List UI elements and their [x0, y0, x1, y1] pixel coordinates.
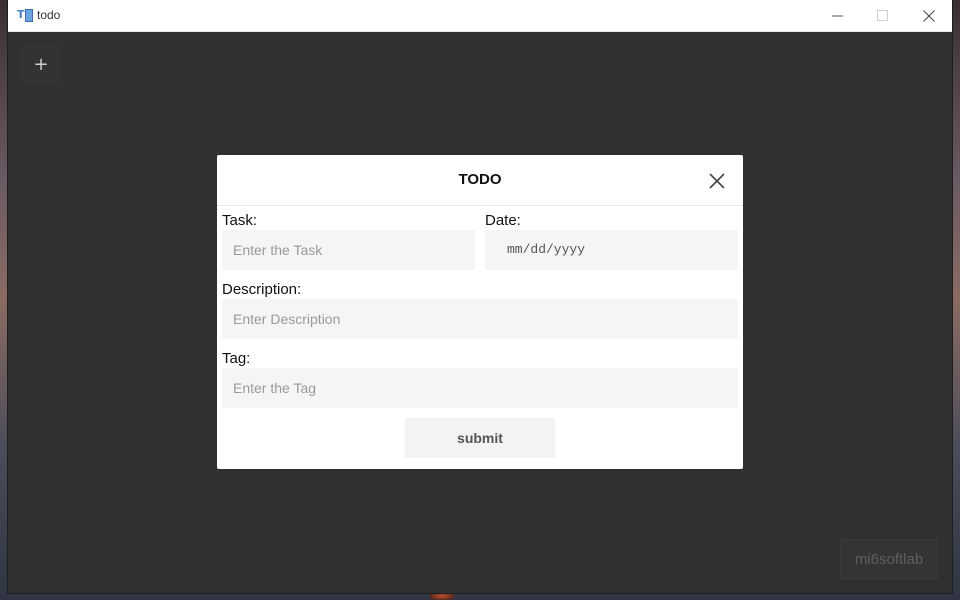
title-bar: T todo: [8, 0, 952, 32]
modal-close-button[interactable]: [707, 171, 727, 191]
modal-title: TODO: [458, 171, 502, 188]
window-title: todo: [37, 8, 61, 22]
date-label: Date:: [485, 212, 521, 229]
close-icon: [709, 173, 725, 189]
task-input[interactable]: [222, 230, 475, 270]
app-todo-icon: T: [17, 8, 33, 22]
task-label: Task:: [222, 212, 258, 229]
todo-modal: TODO Task: Date: mm/dd/yyyy Description:…: [217, 155, 743, 469]
close-window-button[interactable]: [906, 0, 952, 31]
brand-button[interactable]: mi6softlab: [840, 539, 938, 579]
minimize-button[interactable]: [815, 0, 861, 31]
modal-header: TODO: [217, 155, 743, 206]
date-input[interactable]: mm/dd/yyyy: [485, 230, 738, 270]
add-todo-button[interactable]: +: [21, 44, 61, 84]
description-input[interactable]: [222, 299, 738, 339]
close-icon: [923, 9, 935, 22]
minimize-icon: [832, 15, 843, 16]
tag-input[interactable]: [222, 368, 738, 408]
submit-button[interactable]: submit: [405, 418, 555, 458]
tag-label: Tag:: [222, 350, 251, 367]
description-label: Description:: [222, 281, 302, 298]
maximize-icon: [877, 9, 888, 21]
maximize-button[interactable]: [860, 0, 906, 31]
desktop-wallpaper-detail: [430, 592, 454, 600]
